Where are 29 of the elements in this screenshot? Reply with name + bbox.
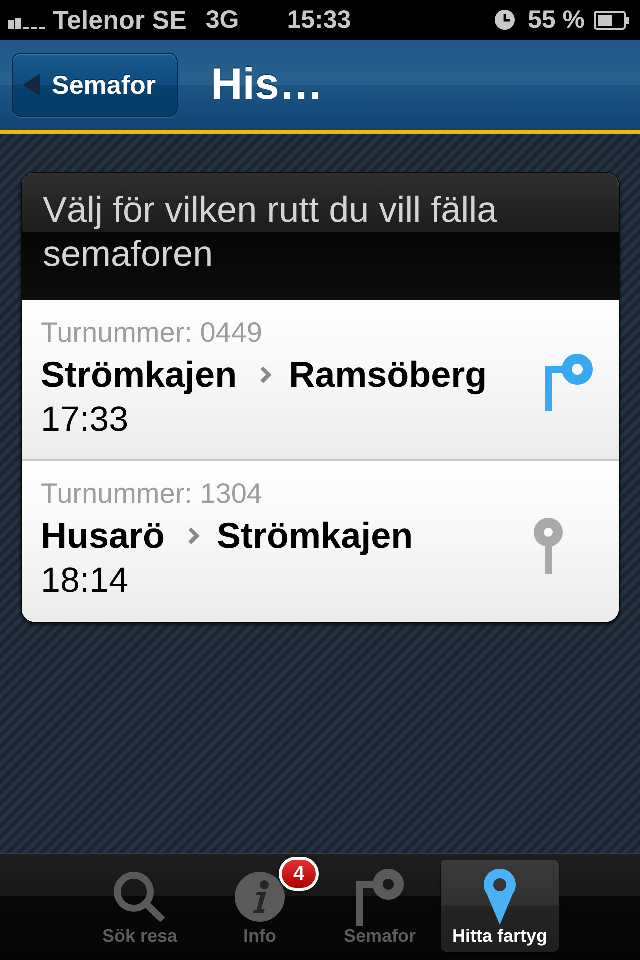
route-row[interactable]: Turnummer: 0449 Strömkajen Ramsöberg 17:33 (22, 300, 619, 461)
clock-icon (495, 10, 516, 30)
map-pin-icon (484, 869, 516, 925)
arrival-stop: Strömkajen (217, 514, 414, 558)
carrier-name: Telenor SE (53, 5, 187, 35)
signal-strength-icon (8, 18, 45, 29)
tab[interactable]: Hitta fartyg (441, 860, 559, 952)
back-button[interactable]: Semafor (12, 53, 178, 117)
departure-stop: Strömkajen (41, 353, 238, 397)
back-arrow-icon (23, 74, 40, 96)
battery-icon (594, 10, 629, 30)
route-row[interactable]: Turnummer: 1304 Husarö Strömkajen 18:14 (22, 461, 619, 622)
turn-number: Turnummer: 1304 (41, 479, 264, 509)
battery-percentage: 55 % (528, 5, 585, 35)
arrival-stop: Ramsöberg (289, 353, 488, 397)
instruction-text: Välj för vilken rutt du vill fälla semaforen (43, 188, 498, 276)
search-icon (114, 872, 166, 922)
notification-badge: 4 (279, 857, 319, 891)
chevron-icon (260, 366, 272, 384)
clock-time: 15:33 (287, 5, 352, 35)
nav-title: His… (211, 59, 324, 111)
turn-number: Turnummer: 0449 (41, 318, 264, 348)
network-type: 3G (206, 5, 240, 35)
departure-stop: Husarö (41, 514, 166, 558)
chevron-icon (188, 526, 200, 544)
departure-time: 18:14 (41, 560, 130, 602)
semaphore-icon (356, 868, 404, 926)
departure-time: 17:33 (41, 399, 130, 441)
info-icon (235, 872, 285, 922)
